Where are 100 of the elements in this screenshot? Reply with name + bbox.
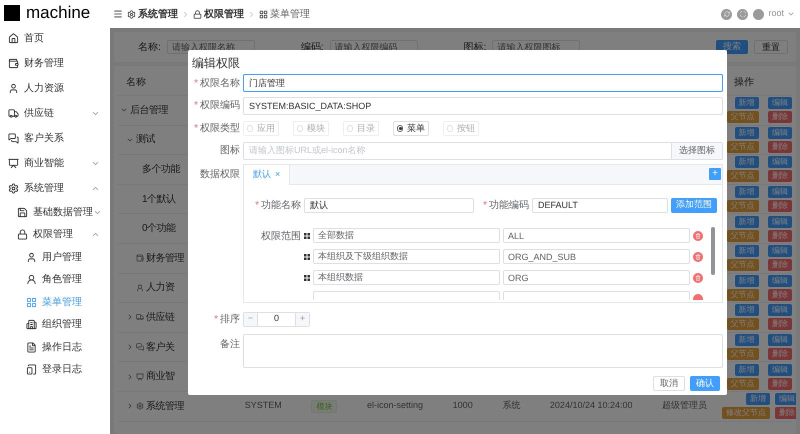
drag-handle-icon[interactable]: [304, 254, 310, 260]
change-parent-button[interactable]: 父节点: [726, 111, 758, 124]
add-button[interactable]: 新增: [734, 334, 758, 346]
change-parent-button[interactable]: 父节点: [726, 140, 758, 153]
scope-code-field[interactable]: ORG_AND_SUB: [503, 249, 690, 264]
function-code-field[interactable]: DEFAULT: [532, 198, 668, 212]
close-icon[interactable]: ×: [275, 168, 280, 182]
code-field[interactable]: SYSTEM:BASIC_DATA:SHOP: [243, 96, 723, 115]
edit-button[interactable]: 编辑: [768, 97, 792, 110]
cancel-button[interactable]: 取消: [653, 376, 685, 391]
sidebar-item[interactable]: 首页: [0, 26, 110, 51]
breadcrumb-item[interactable]: 权限管理: [204, 6, 244, 22]
add-button[interactable]: 新增: [734, 364, 758, 376]
sidebar-item[interactable]: 角色管理: [0, 268, 110, 291]
change-parent-button[interactable]: 父节点: [726, 200, 758, 212]
delete-button[interactable]: 删除: [768, 230, 792, 242]
edit-button[interactable]: 编辑: [768, 186, 792, 198]
add-tab-button[interactable]: +: [709, 168, 721, 180]
add-button[interactable]: 新增: [734, 304, 758, 316]
refresh-icon[interactable]: [721, 8, 732, 20]
radio-option[interactable]: 按钮: [443, 120, 479, 136]
change-parent-button[interactable]: 父节点: [726, 170, 758, 182]
sidebar-item[interactable]: 菜单管理: [0, 291, 110, 314]
edit-button[interactable]: 编辑: [768, 274, 792, 287]
delete-icon[interactable]: [693, 252, 703, 262]
edit-button[interactable]: 编辑: [768, 126, 792, 139]
scope-name-field[interactable]: 本组织及下级组织数据: [313, 249, 500, 264]
change-parent-button[interactable]: 修改父节点: [722, 407, 770, 420]
chevron-down-icon[interactable]: [787, 10, 795, 18]
edit-button[interactable]: 编辑: [775, 393, 796, 406]
radio-option[interactable]: 目录: [343, 120, 379, 136]
change-parent-button[interactable]: 父节点: [726, 348, 758, 360]
edit-button[interactable]: 编辑: [768, 304, 792, 316]
choose-icon-button[interactable]: 选择图标: [671, 142, 722, 159]
sidebar-item[interactable]: 基础数据管理: [0, 201, 110, 224]
delete-icon[interactable]: [693, 272, 703, 282]
delete-button[interactable]: 删除: [768, 140, 792, 153]
delete-button[interactable]: 删除: [768, 378, 792, 390]
sidebar-item[interactable]: 用户管理: [0, 246, 110, 268]
add-button[interactable]: 新增: [734, 216, 758, 228]
add-button[interactable]: 新增: [734, 274, 758, 287]
change-parent-button[interactable]: 父节点: [726, 288, 758, 301]
sidebar-item[interactable]: 系统管理: [0, 176, 110, 201]
expand-caret-icon[interactable]: [126, 402, 134, 410]
edit-button[interactable]: 编辑: [768, 364, 792, 376]
name-field[interactable]: 门店管理: [243, 74, 723, 92]
add-button[interactable]: 新增: [746, 393, 770, 406]
fullscreen-icon[interactable]: [737, 8, 748, 20]
change-parent-button[interactable]: 父节点: [726, 318, 758, 330]
search-button[interactable]: 搜索: [716, 40, 748, 54]
menu-icon[interactable]: [113, 9, 123, 19]
change-parent-button[interactable]: 父节点: [726, 230, 758, 242]
add-button[interactable]: 新增: [734, 126, 758, 139]
edit-button[interactable]: 编辑: [768, 245, 792, 258]
icon-field[interactable]: 请输入图标URL或el-icon名称 选择图标: [243, 142, 723, 160]
sidebar-item[interactable]: 登录日志: [0, 358, 110, 381]
reset-button[interactable]: 重置: [754, 40, 788, 54]
scope-code-field[interactable]: ALL: [503, 228, 690, 243]
avatar-icon[interactable]: [753, 8, 764, 20]
radio-option[interactable]: 模块: [293, 120, 329, 136]
decrement-button[interactable]: −: [244, 312, 258, 326]
delete-button[interactable]: 删除: [768, 111, 792, 124]
scope-name-field[interactable]: 全部数据: [313, 228, 500, 243]
scope-code-field[interactable]: ORG: [503, 270, 690, 285]
sidebar-item[interactable]: 人力资源: [0, 76, 110, 101]
expand-caret-icon[interactable]: [126, 343, 134, 352]
sidebar-item[interactable]: 组织管理: [0, 314, 110, 336]
delete-icon[interactable]: [693, 230, 703, 240]
breadcrumb-item[interactable]: 菜单管理: [270, 6, 310, 22]
drag-handle-icon[interactable]: [304, 232, 310, 238]
change-parent-button[interactable]: 父节点: [726, 259, 758, 272]
edit-button[interactable]: 编辑: [768, 334, 792, 346]
tab[interactable]: 默认 ×: [244, 165, 290, 185]
delete-button[interactable]: 删除: [768, 170, 792, 182]
expand-caret-icon[interactable]: [126, 313, 134, 322]
sidebar-item[interactable]: 客户关系: [0, 126, 110, 151]
change-parent-button[interactable]: 父节点: [726, 378, 758, 390]
delete-button[interactable]: 删除: [768, 200, 792, 212]
add-button[interactable]: 新增: [734, 156, 758, 168]
radio-option[interactable]: 菜单: [393, 120, 429, 136]
sort-stepper[interactable]: − 0 +: [243, 312, 310, 326]
expand-caret-icon[interactable]: [126, 372, 134, 381]
scope-name-field[interactable]: 本组织数据: [313, 270, 500, 285]
delete-button[interactable]: 删除: [768, 288, 792, 301]
remark-field[interactable]: [243, 334, 723, 368]
sidebar-item[interactable]: 财务管理: [0, 51, 110, 76]
function-name-field[interactable]: 默认: [304, 198, 474, 212]
delete-button[interactable]: 删除: [768, 348, 792, 360]
user-name[interactable]: root: [768, 7, 784, 21]
delete-button[interactable]: 删除: [768, 318, 792, 330]
drag-handle-icon[interactable]: [304, 274, 310, 280]
delete-button[interactable]: 删除: [775, 407, 796, 420]
radio-option[interactable]: 应用: [243, 120, 279, 136]
add-button[interactable]: 新增: [734, 186, 758, 198]
add-button[interactable]: 新增: [734, 245, 758, 258]
add-button[interactable]: 新增: [734, 97, 758, 110]
add-scope-button[interactable]: 添加范围: [671, 198, 717, 212]
sidebar-item[interactable]: 权限管理: [0, 224, 110, 246]
delete-button[interactable]: 删除: [768, 259, 792, 272]
edit-button[interactable]: 编辑: [768, 216, 792, 228]
